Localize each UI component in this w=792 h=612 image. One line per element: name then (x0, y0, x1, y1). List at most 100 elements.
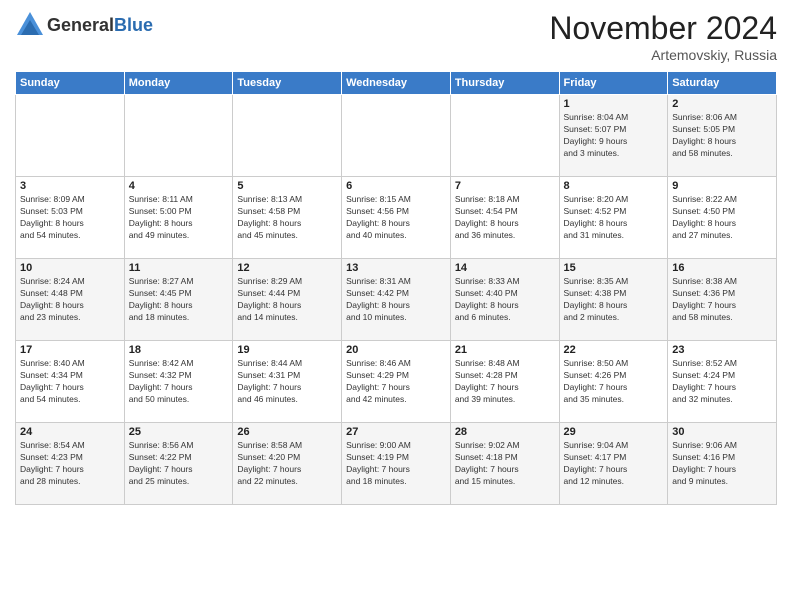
day-info: Sunrise: 9:00 AM Sunset: 4:19 PM Dayligh… (346, 440, 446, 488)
day-number: 3 (20, 180, 120, 192)
calendar-cell: 17 Sunrise: 8:40 AM Sunset: 4:34 PM Dayli… (16, 341, 125, 423)
day-number: 28 (455, 426, 555, 438)
calendar-cell: 8Sunrise: 8:20 AM Sunset: 4:52 PM Daylig… (559, 177, 668, 259)
day-number: 2 (672, 98, 772, 110)
calendar-cell: 9Sunrise: 8:22 AM Sunset: 4:50 PM Daylig… (668, 177, 777, 259)
day-info: Sunrise: 8:15 AM Sunset: 4:56 PM Dayligh… (346, 194, 446, 242)
day-number: 18 (129, 344, 229, 356)
calendar-cell: 25 Sunrise: 8:56 AM Sunset: 4:22 PM Dayli… (124, 423, 233, 505)
calendar-cell: 27 Sunrise: 9:00 AM Sunset: 4:19 PM Dayli… (342, 423, 451, 505)
day-number: 21 (455, 344, 555, 356)
day-number: 13 (346, 262, 446, 274)
day-number: 27 (346, 426, 446, 438)
calendar-cell: 5 Sunrise: 8:13 AM Sunset: 4:58 PM Daylig… (233, 177, 342, 259)
header-row: Sunday Monday Tuesday Wednesday Thursday… (16, 72, 777, 95)
calendar-cell: 29 Sunrise: 9:04 AM Sunset: 4:17 PM Dayli… (559, 423, 668, 505)
calendar-cell: 11Sunrise: 8:27 AM Sunset: 4:45 PM Dayli… (124, 259, 233, 341)
day-number: 30 (672, 426, 772, 438)
calendar-cell: 28 Sunrise: 9:02 AM Sunset: 4:18 PM Dayli… (450, 423, 559, 505)
calendar-cell: 19 Sunrise: 8:44 AM Sunset: 4:31 PM Dayli… (233, 341, 342, 423)
calendar-cell: 13 Sunrise: 8:31 AM Sunset: 4:42 PM Dayli… (342, 259, 451, 341)
day-info: Sunrise: 8:42 AM Sunset: 4:32 PM Dayligh… (129, 358, 229, 406)
col-tuesday: Tuesday (233, 72, 342, 95)
title-block: November 2024 Artemovskiy, Russia (549, 10, 777, 63)
day-info: Sunrise: 8:04 AM Sunset: 5:07 PM Dayligh… (564, 112, 664, 160)
calendar-cell: 24Sunrise: 8:54 AM Sunset: 4:23 PM Dayli… (16, 423, 125, 505)
day-info: Sunrise: 8:44 AM Sunset: 4:31 PM Dayligh… (237, 358, 337, 406)
calendar-cell (124, 95, 233, 177)
day-number: 15 (564, 262, 664, 274)
calendar-cell: 6Sunrise: 8:15 AM Sunset: 4:56 PM Daylig… (342, 177, 451, 259)
calendar-cell: 4Sunrise: 8:11 AM Sunset: 5:00 PM Daylig… (124, 177, 233, 259)
logo-icon (15, 10, 45, 40)
calendar-cell: 10Sunrise: 8:24 AM Sunset: 4:48 PM Dayli… (16, 259, 125, 341)
calendar-week-4: 24Sunrise: 8:54 AM Sunset: 4:23 PM Dayli… (16, 423, 777, 505)
day-number: 5 (237, 180, 337, 192)
calendar-cell: 21 Sunrise: 8:48 AM Sunset: 4:28 PM Dayli… (450, 341, 559, 423)
day-number: 9 (672, 180, 772, 192)
day-info: Sunrise: 8:50 AM Sunset: 4:26 PM Dayligh… (564, 358, 664, 406)
day-number: 14 (455, 262, 555, 274)
day-info: Sunrise: 8:06 AM Sunset: 5:05 PM Dayligh… (672, 112, 772, 160)
day-info: Sunrise: 8:54 AM Sunset: 4:23 PM Dayligh… (20, 440, 120, 488)
day-number: 16 (672, 262, 772, 274)
day-number: 29 (564, 426, 664, 438)
day-number: 1 (564, 98, 664, 110)
logo-blue-text: Blue (114, 15, 153, 35)
day-number: 12 (237, 262, 337, 274)
calendar-week-3: 17 Sunrise: 8:40 AM Sunset: 4:34 PM Dayli… (16, 341, 777, 423)
day-info: Sunrise: 8:40 AM Sunset: 4:34 PM Dayligh… (20, 358, 120, 406)
day-info: Sunrise: 8:13 AM Sunset: 4:58 PM Dayligh… (237, 194, 337, 242)
calendar-cell: 2 Sunrise: 8:06 AM Sunset: 5:05 PM Daylig… (668, 95, 777, 177)
calendar-cell: 23Sunrise: 8:52 AM Sunset: 4:24 PM Dayli… (668, 341, 777, 423)
calendar-week-1: 3 Sunrise: 8:09 AM Sunset: 5:03 PM Daylig… (16, 177, 777, 259)
calendar-cell: 1 Sunrise: 8:04 AM Sunset: 5:07 PM Daylig… (559, 95, 668, 177)
day-number: 26 (237, 426, 337, 438)
calendar-cell (233, 95, 342, 177)
day-number: 22 (564, 344, 664, 356)
day-info: Sunrise: 8:09 AM Sunset: 5:03 PM Dayligh… (20, 194, 120, 242)
day-info: Sunrise: 8:31 AM Sunset: 4:42 PM Dayligh… (346, 276, 446, 324)
calendar-body: 1 Sunrise: 8:04 AM Sunset: 5:07 PM Daylig… (16, 95, 777, 505)
logo-general-text: General (47, 15, 114, 35)
calendar-cell: 20 Sunrise: 8:46 AM Sunset: 4:29 PM Dayli… (342, 341, 451, 423)
day-number: 20 (346, 344, 446, 356)
day-info: Sunrise: 8:27 AM Sunset: 4:45 PM Dayligh… (129, 276, 229, 324)
day-info: Sunrise: 9:04 AM Sunset: 4:17 PM Dayligh… (564, 440, 664, 488)
day-info: Sunrise: 8:48 AM Sunset: 4:28 PM Dayligh… (455, 358, 555, 406)
col-sunday: Sunday (16, 72, 125, 95)
header: GeneralBlue November 2024 Artemovskiy, R… (15, 10, 777, 63)
day-info: Sunrise: 8:33 AM Sunset: 4:40 PM Dayligh… (455, 276, 555, 324)
col-thursday: Thursday (450, 72, 559, 95)
calendar-cell: 12 Sunrise: 8:29 AM Sunset: 4:44 PM Dayli… (233, 259, 342, 341)
day-info: Sunrise: 8:29 AM Sunset: 4:44 PM Dayligh… (237, 276, 337, 324)
col-saturday: Saturday (668, 72, 777, 95)
subtitle: Artemovskiy, Russia (549, 47, 777, 63)
day-info: Sunrise: 8:56 AM Sunset: 4:22 PM Dayligh… (129, 440, 229, 488)
day-number: 19 (237, 344, 337, 356)
day-info: Sunrise: 9:06 AM Sunset: 4:16 PM Dayligh… (672, 440, 772, 488)
day-info: Sunrise: 9:02 AM Sunset: 4:18 PM Dayligh… (455, 440, 555, 488)
calendar-cell: 15 Sunrise: 8:35 AM Sunset: 4:38 PM Dayli… (559, 259, 668, 341)
day-info: Sunrise: 8:18 AM Sunset: 4:54 PM Dayligh… (455, 194, 555, 242)
calendar-cell: 14 Sunrise: 8:33 AM Sunset: 4:40 PM Dayli… (450, 259, 559, 341)
calendar-header: Sunday Monday Tuesday Wednesday Thursday… (16, 72, 777, 95)
calendar-cell: 16 Sunrise: 8:38 AM Sunset: 4:36 PM Dayli… (668, 259, 777, 341)
calendar-week-2: 10Sunrise: 8:24 AM Sunset: 4:48 PM Dayli… (16, 259, 777, 341)
day-info: Sunrise: 8:46 AM Sunset: 4:29 PM Dayligh… (346, 358, 446, 406)
col-friday: Friday (559, 72, 668, 95)
calendar-cell: 7 Sunrise: 8:18 AM Sunset: 4:54 PM Daylig… (450, 177, 559, 259)
day-number: 10 (20, 262, 120, 274)
col-monday: Monday (124, 72, 233, 95)
day-info: Sunrise: 8:38 AM Sunset: 4:36 PM Dayligh… (672, 276, 772, 324)
day-number: 4 (129, 180, 229, 192)
calendar-cell: 18 Sunrise: 8:42 AM Sunset: 4:32 PM Dayli… (124, 341, 233, 423)
month-title: November 2024 (549, 10, 777, 47)
day-number: 7 (455, 180, 555, 192)
calendar-week-0: 1 Sunrise: 8:04 AM Sunset: 5:07 PM Daylig… (16, 95, 777, 177)
day-number: 25 (129, 426, 229, 438)
logo: GeneralBlue (15, 10, 153, 40)
day-info: Sunrise: 8:35 AM Sunset: 4:38 PM Dayligh… (564, 276, 664, 324)
day-number: 17 (20, 344, 120, 356)
calendar-cell (342, 95, 451, 177)
